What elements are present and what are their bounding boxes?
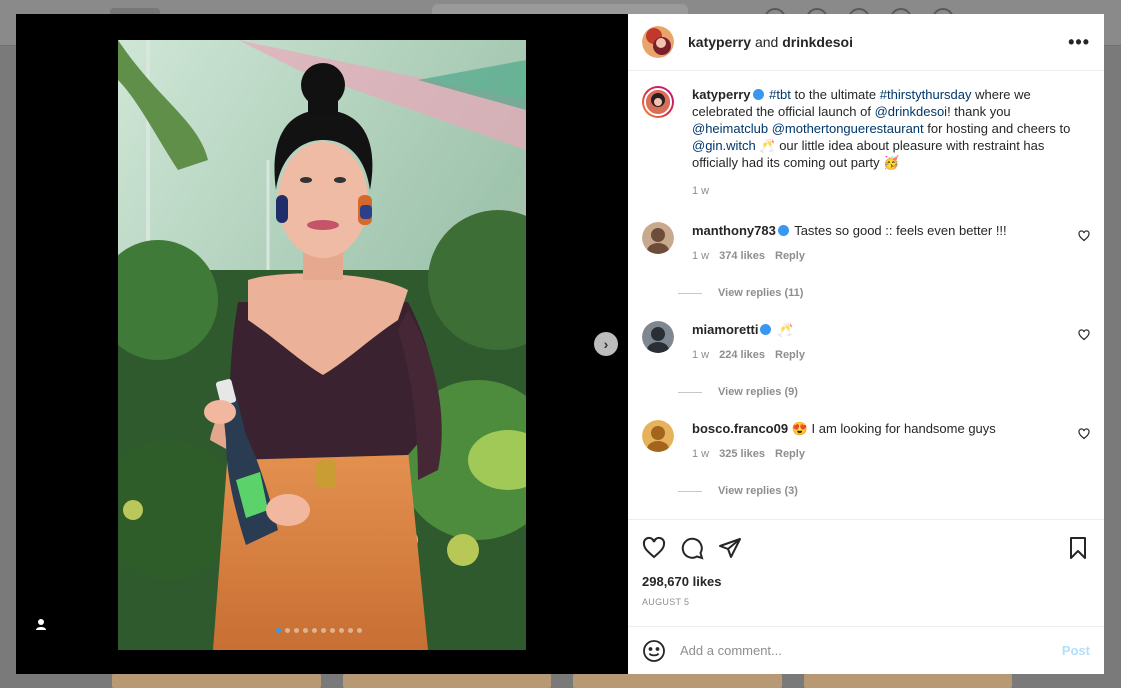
caption-text-part: ! thank you <box>947 104 1011 119</box>
caption-avatar[interactable] <box>642 86 674 118</box>
caption-link[interactable]: @drinkdesoi <box>875 104 947 119</box>
comment-body: manthony783 Tastes so good :: feels even… <box>692 222 1072 265</box>
verified-badge-icon <box>752 89 764 100</box>
comment-like-heart-icon[interactable] <box>1078 329 1090 341</box>
comment-input[interactable] <box>680 643 1040 658</box>
commenter-avatar[interactable] <box>642 321 674 353</box>
commenter-username[interactable]: manthony783 <box>692 223 776 238</box>
caption-link[interactable]: @heimatclub <box>692 121 768 136</box>
caption-text-part: to the ultimate <box>790 87 880 102</box>
comment-time: 1 w <box>692 448 710 460</box>
comment-text: Tastes so good :: feels even better !!! <box>794 223 1007 238</box>
post-date: AUGUST 5 <box>642 597 690 607</box>
comment-text: 🥂 <box>777 322 794 337</box>
comment-likes[interactable]: 374 likes <box>719 250 765 262</box>
owner-username[interactable]: katyperry <box>688 34 751 50</box>
comment-item: bosco.franco09 😍 I am looking for handso… <box>628 420 1104 497</box>
comment-time: 1 w <box>692 349 710 361</box>
carousel-dot <box>285 628 290 633</box>
verified-badge-icon <box>777 225 789 236</box>
carousel-indicator <box>276 628 362 633</box>
reply-button[interactable]: Reply <box>775 349 805 361</box>
caption-link[interactable]: #thirstythursday <box>880 87 972 102</box>
carousel-dot <box>303 628 308 633</box>
emoji-smile-icon[interactable] <box>642 639 666 663</box>
post-actions: 298,670 likes AUGUST 5 <box>628 519 1104 607</box>
comment-item: manthony783 Tastes so good :: feels even… <box>628 222 1104 299</box>
post-caption: katyperry #tbt to the ultimate #thirstyt… <box>628 72 1104 200</box>
post-details-panel: katyperry and drinkdesoi ••• katyperry #… <box>628 14 1104 674</box>
collaborator-username[interactable]: drinkdesoi <box>782 34 853 50</box>
comment-body: bosco.franco09 😍 I am looking for handso… <box>692 420 1072 463</box>
comment-meta: 1 w 325 likes Reply <box>692 446 1072 463</box>
carousel-dot <box>312 628 317 633</box>
commenter-username[interactable]: miamoretti <box>692 322 758 337</box>
comments-scroll-area[interactable]: katyperry #tbt to the ultimate #thirstyt… <box>628 72 1104 519</box>
verified-badge-icon <box>760 324 772 335</box>
comment-item: miamoretti 🥂 1 w 224 likes Reply View replie… <box>628 321 1104 398</box>
comment-likes[interactable]: 224 likes <box>719 349 765 361</box>
comment-like-heart-icon[interactable] <box>1078 230 1090 242</box>
carousel-dot <box>294 628 299 633</box>
user-tag-icon[interactable] <box>32 616 50 634</box>
paper-plane-icon[interactable] <box>718 536 742 560</box>
commenter-avatar[interactable] <box>642 222 674 254</box>
owner-avatar[interactable] <box>642 26 674 58</box>
post-photo[interactable] <box>118 40 526 650</box>
view-replies-button[interactable]: View replies (11) <box>678 287 1104 299</box>
comment-time: 1 w <box>692 250 710 262</box>
comment-bubble-icon[interactable] <box>680 536 704 560</box>
post-owner-names: katyperry and drinkdesoi <box>688 34 853 50</box>
reply-button[interactable]: Reply <box>775 448 805 460</box>
comment-body: miamoretti 🥂 1 w 224 likes Reply <box>692 321 1072 364</box>
more-options-button[interactable]: ••• <box>1068 32 1090 53</box>
bookmark-icon[interactable] <box>1066 536 1090 560</box>
comment-text: 😍 I am looking for handsome guys <box>791 421 996 436</box>
likes-count[interactable]: 298,670 likes <box>642 574 1090 589</box>
comment-meta: 1 w 224 likes Reply <box>692 347 1072 364</box>
next-photo-button[interactable]: › <box>594 332 618 356</box>
comment-meta: 1 w 374 likes Reply <box>692 248 1072 265</box>
chevron-right-icon: › <box>603 336 609 352</box>
post-modal: › katyperry and drinkdesoi ••• katyperry… <box>16 14 1104 674</box>
carousel-dot <box>321 628 326 633</box>
background-thumbnails <box>112 674 1012 688</box>
heart-icon[interactable] <box>642 536 666 560</box>
carousel-dot <box>339 628 344 633</box>
add-comment-bar: Post <box>628 626 1104 674</box>
carousel-dot <box>276 628 281 633</box>
caption-username[interactable]: katyperry <box>692 87 751 102</box>
caption-link[interactable]: @gin.witch <box>692 138 756 153</box>
reply-button[interactable]: Reply <box>775 250 805 262</box>
carousel-dot <box>357 628 362 633</box>
carousel-dot <box>348 628 353 633</box>
carousel-dot <box>330 628 335 633</box>
commenter-username[interactable]: bosco.franco09 <box>692 421 788 436</box>
and-text: and <box>754 34 779 50</box>
post-comment-button[interactable]: Post <box>1062 643 1090 658</box>
post-media: › <box>16 14 628 674</box>
post-header: katyperry and drinkdesoi ••• <box>628 14 1104 71</box>
caption-text-part: for hosting and cheers to <box>923 121 1071 136</box>
caption-link[interactable]: #tbt <box>769 87 791 102</box>
comments-list: manthony783 Tastes so good :: feels even… <box>628 222 1104 519</box>
comment-like-heart-icon[interactable] <box>1078 428 1090 440</box>
comment-likes[interactable]: 325 likes <box>719 448 765 460</box>
caption-time: 1 w <box>692 185 710 197</box>
view-replies-button[interactable]: View replies (3) <box>678 485 1104 497</box>
commenter-avatar[interactable] <box>642 420 674 452</box>
caption-text: katyperry #tbt to the ultimate #thirstyt… <box>692 86 1082 200</box>
action-icons <box>642 528 1090 568</box>
caption-link[interactable]: @mothertonguerestaurant <box>772 121 924 136</box>
view-replies-button[interactable]: View replies (9) <box>678 386 1104 398</box>
